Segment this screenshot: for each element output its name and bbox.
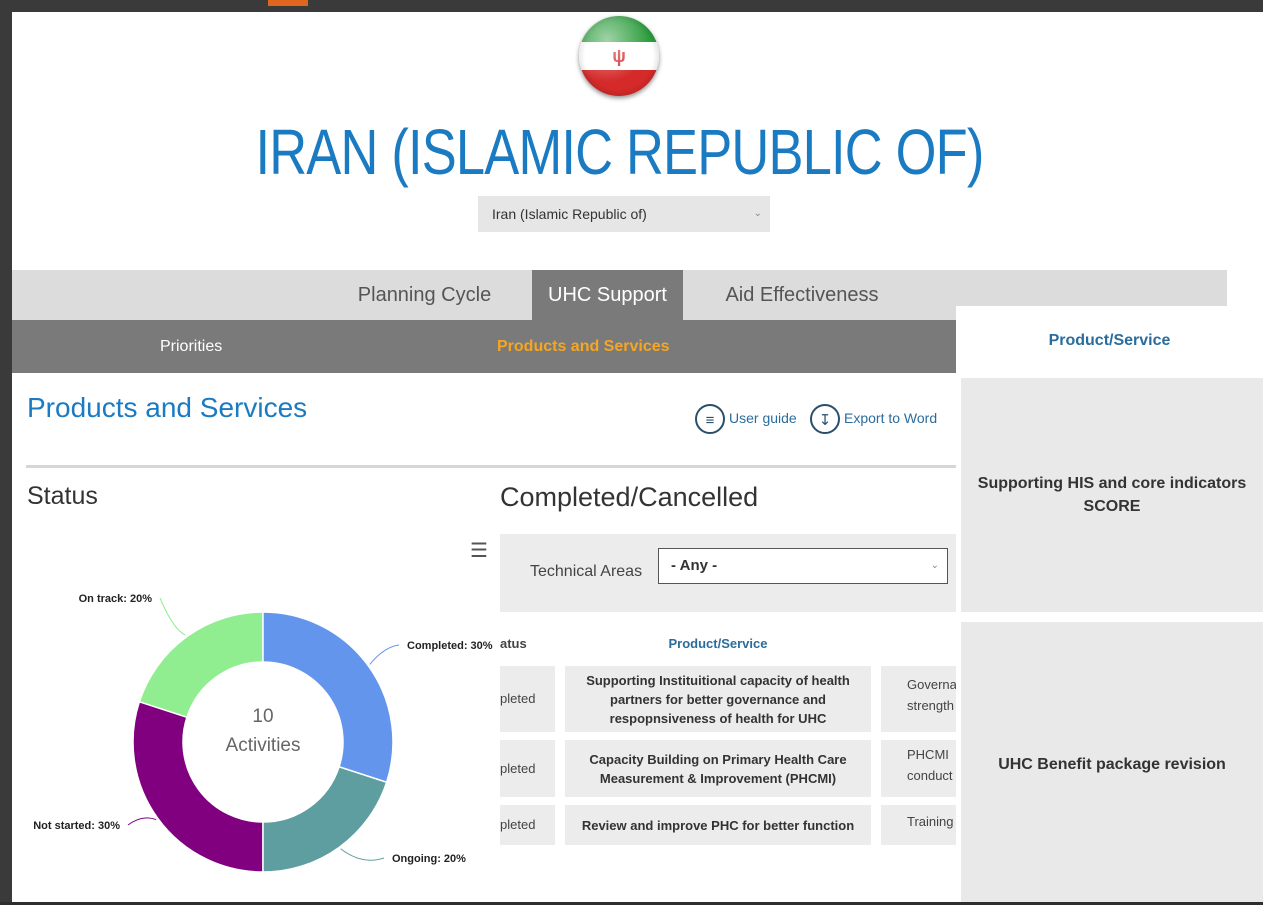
subnav-products-services[interactable]: Products and Services bbox=[497, 320, 670, 373]
chevron-down-icon: ⌄ bbox=[930, 560, 939, 571]
row-product: Review and improve PHC for better functi… bbox=[565, 805, 871, 845]
row-status: pleted bbox=[500, 666, 555, 732]
row-area-line1: Training bbox=[907, 814, 954, 829]
right-cell-line1: UHC Benefit package revision bbox=[998, 755, 1226, 773]
right-panel-cell: UHC Benefit package revision bbox=[961, 622, 1263, 902]
export-word-link[interactable]: ↧ Export to Word bbox=[810, 400, 937, 436]
export-word-label: Export to Word bbox=[844, 410, 938, 426]
row-area: PHCMI conduct bbox=[881, 740, 956, 797]
tab-planning-cycle[interactable]: Planning Cycle bbox=[342, 270, 507, 320]
completed-cancelled-heading: Completed/Cancelled bbox=[500, 482, 759, 512]
donut-connector bbox=[340, 848, 385, 861]
donut-data-label: Ongoing: 20% bbox=[392, 853, 466, 865]
donut-slice-ongoing[interactable] bbox=[262, 765, 388, 873]
donut-center-count: 10 bbox=[252, 706, 273, 727]
row-area-line1: PHCMI bbox=[907, 747, 949, 762]
donut-connector bbox=[369, 644, 400, 665]
column-header-product[interactable]: Product/Service bbox=[565, 636, 871, 651]
donut-data-label: Not started: 30% bbox=[33, 820, 120, 832]
row-area-line1: Governa bbox=[907, 677, 956, 692]
country-select[interactable]: Iran (Islamic Republic of) ⌄ bbox=[478, 196, 770, 232]
right-panel-cell: Supporting HIS and core indicators SCORE bbox=[961, 378, 1263, 612]
donut-center-label: Activities bbox=[226, 735, 301, 756]
donut-data-label: Completed: 30% bbox=[407, 640, 493, 652]
donut-connector bbox=[159, 597, 186, 636]
tab-aid-effectiveness[interactable]: Aid Effectiveness bbox=[707, 270, 897, 320]
right-cell-line2: SCORE bbox=[1083, 498, 1141, 515]
divider bbox=[26, 465, 956, 468]
orange-accent bbox=[268, 0, 308, 6]
tab-uhc-support[interactable]: UHC Support bbox=[532, 270, 683, 320]
status-heading: Status bbox=[27, 482, 98, 510]
filter-label: Technical Areas bbox=[530, 563, 643, 580]
row-area-line2: strength bbox=[907, 698, 954, 713]
donut-connector bbox=[127, 817, 157, 826]
row-product: Supporting Instituitional capacity of he… bbox=[565, 666, 871, 732]
row-area: Governa strength bbox=[881, 666, 956, 732]
page-frame: ψ IRAN (ISLAMIC REPUBLIC OF) Iran (Islam… bbox=[12, 12, 1263, 902]
subnav-priorities[interactable]: Priorities bbox=[160, 320, 222, 373]
chevron-down-icon: ⌄ bbox=[753, 208, 762, 219]
row-area: Training bbox=[881, 805, 956, 845]
country-select-value: Iran (Islamic Republic of) bbox=[492, 206, 647, 222]
right-panel-header[interactable]: Product/Service bbox=[956, 306, 1263, 376]
technical-areas-select[interactable]: - Any - ⌄ bbox=[658, 548, 948, 584]
status-donut-chart: 10 Activities Completed: 30% Ongoing: 20%… bbox=[12, 557, 502, 897]
sub-navigation: Priorities Products and Services bbox=[12, 320, 956, 373]
download-icon: ↧ bbox=[810, 404, 840, 435]
right-cell-line1: Supporting HIS and core indicators bbox=[977, 475, 1247, 492]
user-guide-label: User guide bbox=[729, 410, 797, 426]
donut-slice-on-track[interactable] bbox=[138, 611, 264, 719]
country-title: IRAN (ISLAMIC REPUBLIC OF) bbox=[255, 116, 984, 188]
donut-slice-completed[interactable] bbox=[262, 611, 394, 784]
donut-svg: 10 Activities Completed: 30% Ongoing: 20%… bbox=[33, 593, 493, 873]
row-status: pleted bbox=[500, 805, 555, 845]
technical-areas-filter: Technical Areas - Any - ⌄ bbox=[500, 534, 956, 612]
donut-slice-not-started[interactable] bbox=[132, 700, 264, 873]
row-status: pleted bbox=[500, 740, 555, 797]
page-title: Products and Services bbox=[27, 392, 308, 423]
document-icon: ≡ bbox=[695, 404, 725, 435]
right-overlay-panel: Product/Service Supporting HIS and core … bbox=[956, 306, 1263, 902]
iran-flag-icon: ψ bbox=[579, 16, 659, 96]
window-top-border bbox=[0, 0, 1263, 12]
filter-select-value: - Any - bbox=[671, 557, 718, 574]
row-area-line2: conduct bbox=[907, 768, 953, 783]
user-guide-link[interactable]: ≡ User guide bbox=[695, 400, 797, 436]
donut-data-label: On track: 20% bbox=[79, 593, 153, 605]
column-header-status[interactable]: atus bbox=[500, 636, 527, 651]
row-product: Capacity Building on Primary Health Care… bbox=[565, 740, 871, 797]
